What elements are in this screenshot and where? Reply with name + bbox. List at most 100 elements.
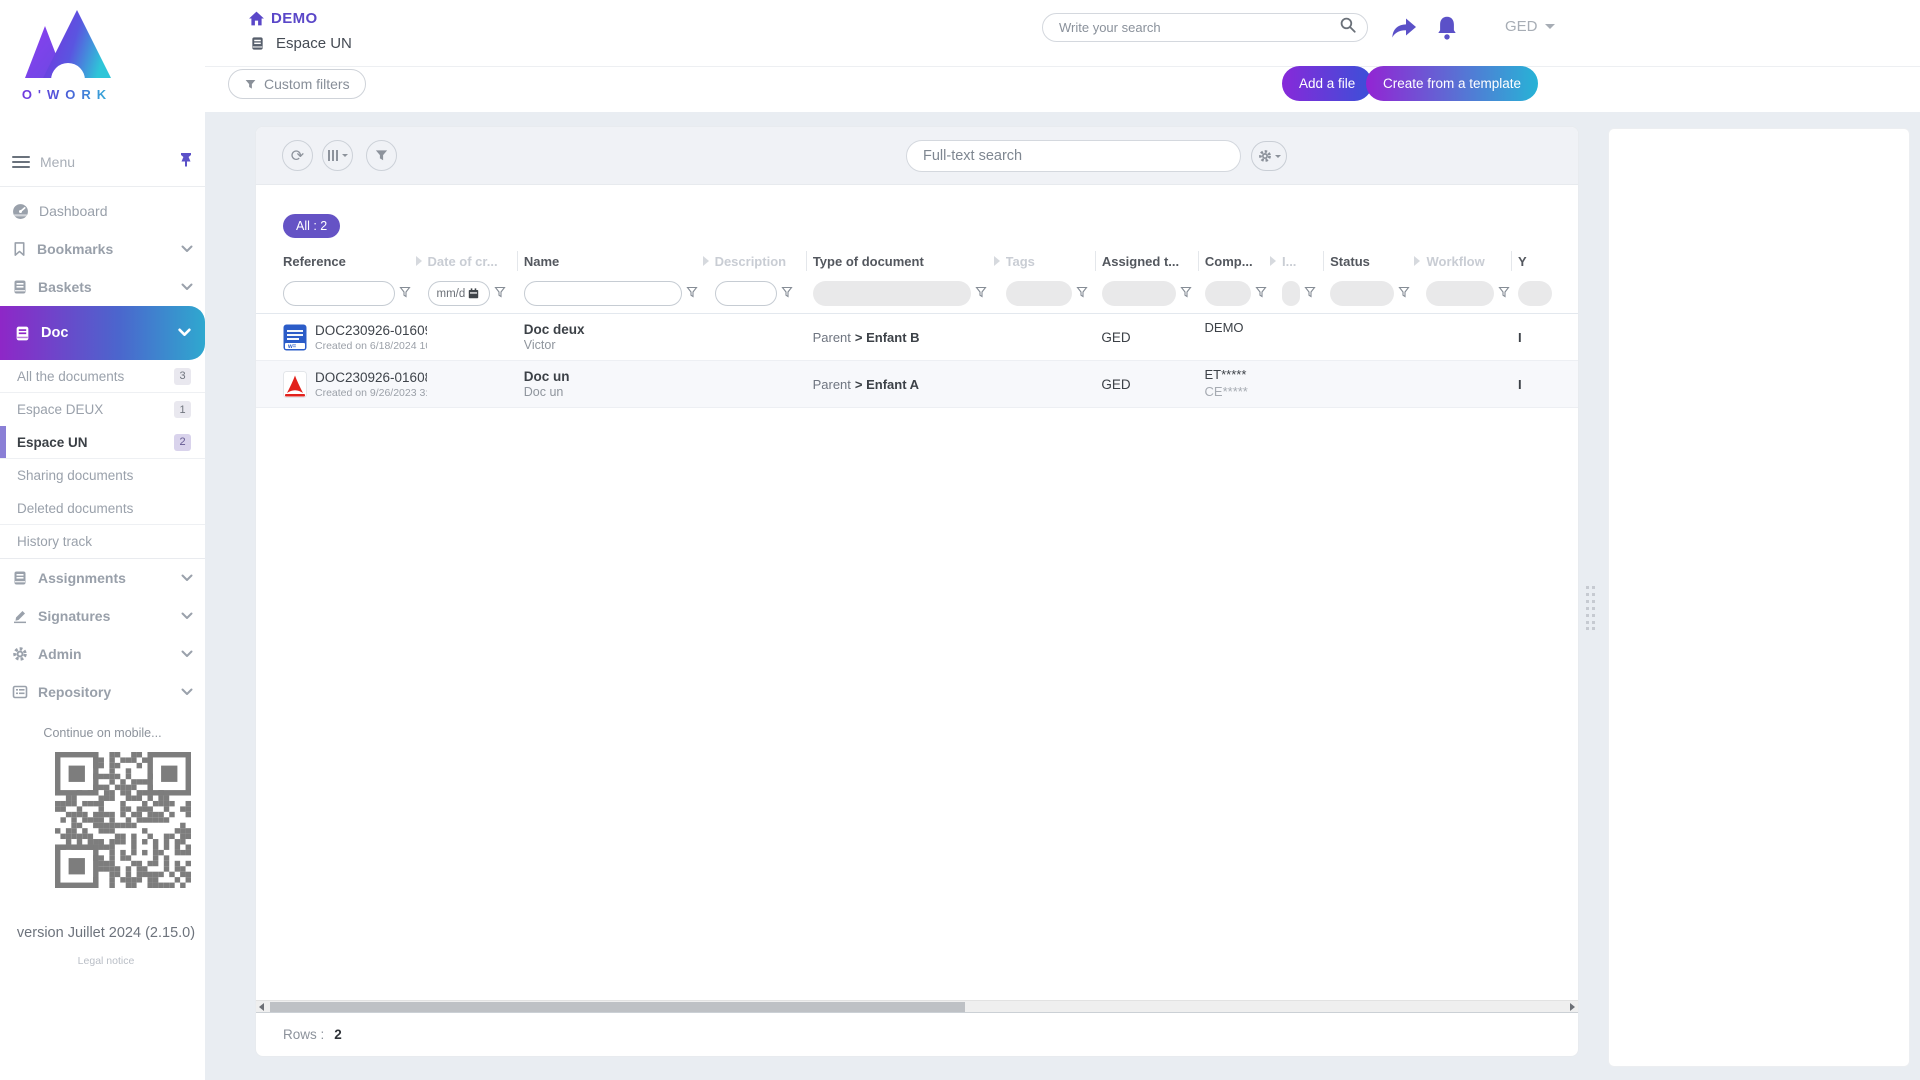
funnel-icon[interactable] xyxy=(1075,285,1088,303)
add-file-button[interactable]: Add a file xyxy=(1282,66,1373,101)
document-type-parent: Parent xyxy=(812,329,851,345)
all-count-badge[interactable]: All : 2 xyxy=(283,214,341,238)
funnel-icon[interactable] xyxy=(975,285,987,303)
sidebar-item-all-documents[interactable]: All the documents 3 xyxy=(0,360,205,393)
filter-input-tags-disabled xyxy=(1005,281,1072,306)
horizontal-scrollbar[interactable] xyxy=(256,1000,1578,1013)
filter-input-type-disabled xyxy=(812,281,971,306)
sidebar-item-admin[interactable]: Admin xyxy=(0,635,205,673)
document-name-sub: Doc un xyxy=(523,385,564,399)
legal-notice-link[interactable]: Legal notice xyxy=(0,955,212,967)
funnel-icon[interactable] xyxy=(1398,285,1410,303)
funnel-icon[interactable] xyxy=(1304,285,1316,303)
pin-icon[interactable] xyxy=(179,152,193,172)
column-header-y[interactable]: Y xyxy=(1518,248,1578,274)
column-divider xyxy=(1197,251,1199,271)
document-created: Created on 9/26/2023 3:08:43 AM xyxy=(315,386,427,399)
refresh-button[interactable]: ⟳ xyxy=(282,140,313,171)
panel-resize-handle[interactable] xyxy=(1586,586,1595,635)
doc-submenu: All the documents 3 Espace DEUX 1 Espace… xyxy=(0,360,205,559)
breadcrumb-root[interactable]: DEMO xyxy=(248,10,318,27)
count-badge: 3 xyxy=(174,367,191,385)
search-icon[interactable] xyxy=(1339,16,1357,39)
fulltext-search-input[interactable] xyxy=(923,148,1224,164)
sidebar-item-repository[interactable]: Repository xyxy=(0,673,205,711)
columns-button[interactable] xyxy=(322,140,353,171)
table-empty-area xyxy=(256,408,1578,1000)
expand-column-icon[interactable] xyxy=(415,256,422,266)
book-icon xyxy=(14,280,26,294)
sidebar-item-espace-deux[interactable]: Espace DEUX 1 xyxy=(0,393,205,426)
version-text: version Juillet 2024 (2.15.0) xyxy=(16,925,196,941)
breadcrumb-root-label: DEMO xyxy=(271,10,318,27)
funnel-icon[interactable] xyxy=(780,285,793,303)
menu-row: Menu xyxy=(0,148,205,176)
svg-text:w=: w= xyxy=(287,344,297,350)
expand-column-icon[interactable] xyxy=(1414,256,1421,266)
table-row[interactable]: DOC230926-01608-0 Created on 9/26/2023 3… xyxy=(256,361,1578,408)
sidebar-item-signatures[interactable]: Signatures xyxy=(0,597,205,635)
custom-filters-button[interactable]: Custom filters xyxy=(228,69,366,99)
column-header-assigned-to[interactable]: Assigned t... xyxy=(1102,248,1205,274)
create-from-template-button[interactable]: Create from a template xyxy=(1366,66,1539,101)
word-file-icon: w= xyxy=(283,324,307,350)
sidebar-item-history-track[interactable]: History track xyxy=(0,525,205,558)
mountain-logo-icon xyxy=(25,10,111,80)
column-header-workflow[interactable]: Workflow xyxy=(1426,248,1518,274)
app-logo[interactable]: O'WORK xyxy=(12,8,122,102)
hamburger-icon[interactable] xyxy=(12,156,30,168)
expand-column-icon[interactable] xyxy=(1269,256,1276,266)
scroll-right-icon[interactable] xyxy=(1570,1003,1575,1011)
sidebar-item-deleted-documents[interactable]: Deleted documents xyxy=(0,492,205,525)
global-search-input[interactable] xyxy=(1059,20,1339,35)
funnel-icon[interactable] xyxy=(686,285,698,303)
filter-input-date[interactable]: mm/d xyxy=(427,281,490,306)
calendar-icon xyxy=(469,288,479,299)
filter-input-reference[interactable] xyxy=(283,281,395,306)
column-header-description[interactable]: Description xyxy=(715,248,813,274)
filter-input-description[interactable] xyxy=(714,281,777,306)
account-menu[interactable]: GED xyxy=(1505,18,1555,35)
sidebar-item-espace-un[interactable]: Espace UN 2 xyxy=(0,426,205,459)
document-assigned-to: GED xyxy=(1101,329,1131,345)
scrollbar-thumb[interactable] xyxy=(270,1002,965,1012)
funnel-icon[interactable] xyxy=(493,285,506,303)
column-header-name[interactable]: Name xyxy=(524,248,715,274)
funnel-icon[interactable] xyxy=(1255,285,1267,303)
share-icon[interactable] xyxy=(1390,15,1418,47)
submenu-label: Espace DEUX xyxy=(17,402,104,417)
table-row[interactable]: w= DOC230926-01609-1 Created on 6/18/202… xyxy=(256,314,1578,361)
column-header-i[interactable]: I... xyxy=(1282,248,1330,274)
funnel-icon[interactable] xyxy=(1498,285,1511,303)
column-header-date-of-creation[interactable]: Date of cr... xyxy=(428,248,524,274)
filter-input-name[interactable] xyxy=(523,281,682,306)
column-header-tags[interactable]: Tags xyxy=(1006,248,1102,274)
column-divider xyxy=(805,251,807,271)
sidebar-item-doc[interactable]: Doc xyxy=(0,306,205,360)
sidebar-item-bookmarks[interactable]: Bookmarks xyxy=(0,230,205,268)
filter-input-company-disabled xyxy=(1204,281,1251,306)
column-header-reference[interactable]: Reference xyxy=(283,248,428,274)
sidebar-item-dashboard[interactable]: Dashboard xyxy=(0,192,205,230)
column-header-type-of-document[interactable]: Type of document xyxy=(813,248,1006,274)
sidebar-item-sharing-documents[interactable]: Sharing documents xyxy=(0,459,205,492)
funnel-icon xyxy=(375,150,388,161)
sidebar-item-assignments[interactable]: Assignments xyxy=(0,559,205,597)
scroll-left-icon[interactable] xyxy=(259,1003,264,1011)
funnel-icon[interactable] xyxy=(399,285,411,303)
bell-icon[interactable] xyxy=(1435,15,1459,47)
book-icon xyxy=(252,37,263,50)
filter-button[interactable] xyxy=(366,140,397,171)
funnel-icon[interactable] xyxy=(1180,285,1192,303)
brand-wordmark: O'WORK xyxy=(12,87,122,102)
table-settings-button[interactable] xyxy=(1251,141,1287,171)
sidebar-item-label: Dashboard xyxy=(39,203,108,219)
column-header-status[interactable]: Status xyxy=(1330,248,1426,274)
sidebar-item-baskets[interactable]: Baskets xyxy=(0,268,205,306)
expand-column-icon[interactable] xyxy=(702,256,709,266)
column-divider xyxy=(516,251,518,271)
column-divider xyxy=(1323,251,1325,271)
expand-column-icon[interactable] xyxy=(993,256,1000,266)
column-header-company[interactable]: Comp... xyxy=(1205,248,1282,274)
chevron-down-icon xyxy=(181,607,193,625)
